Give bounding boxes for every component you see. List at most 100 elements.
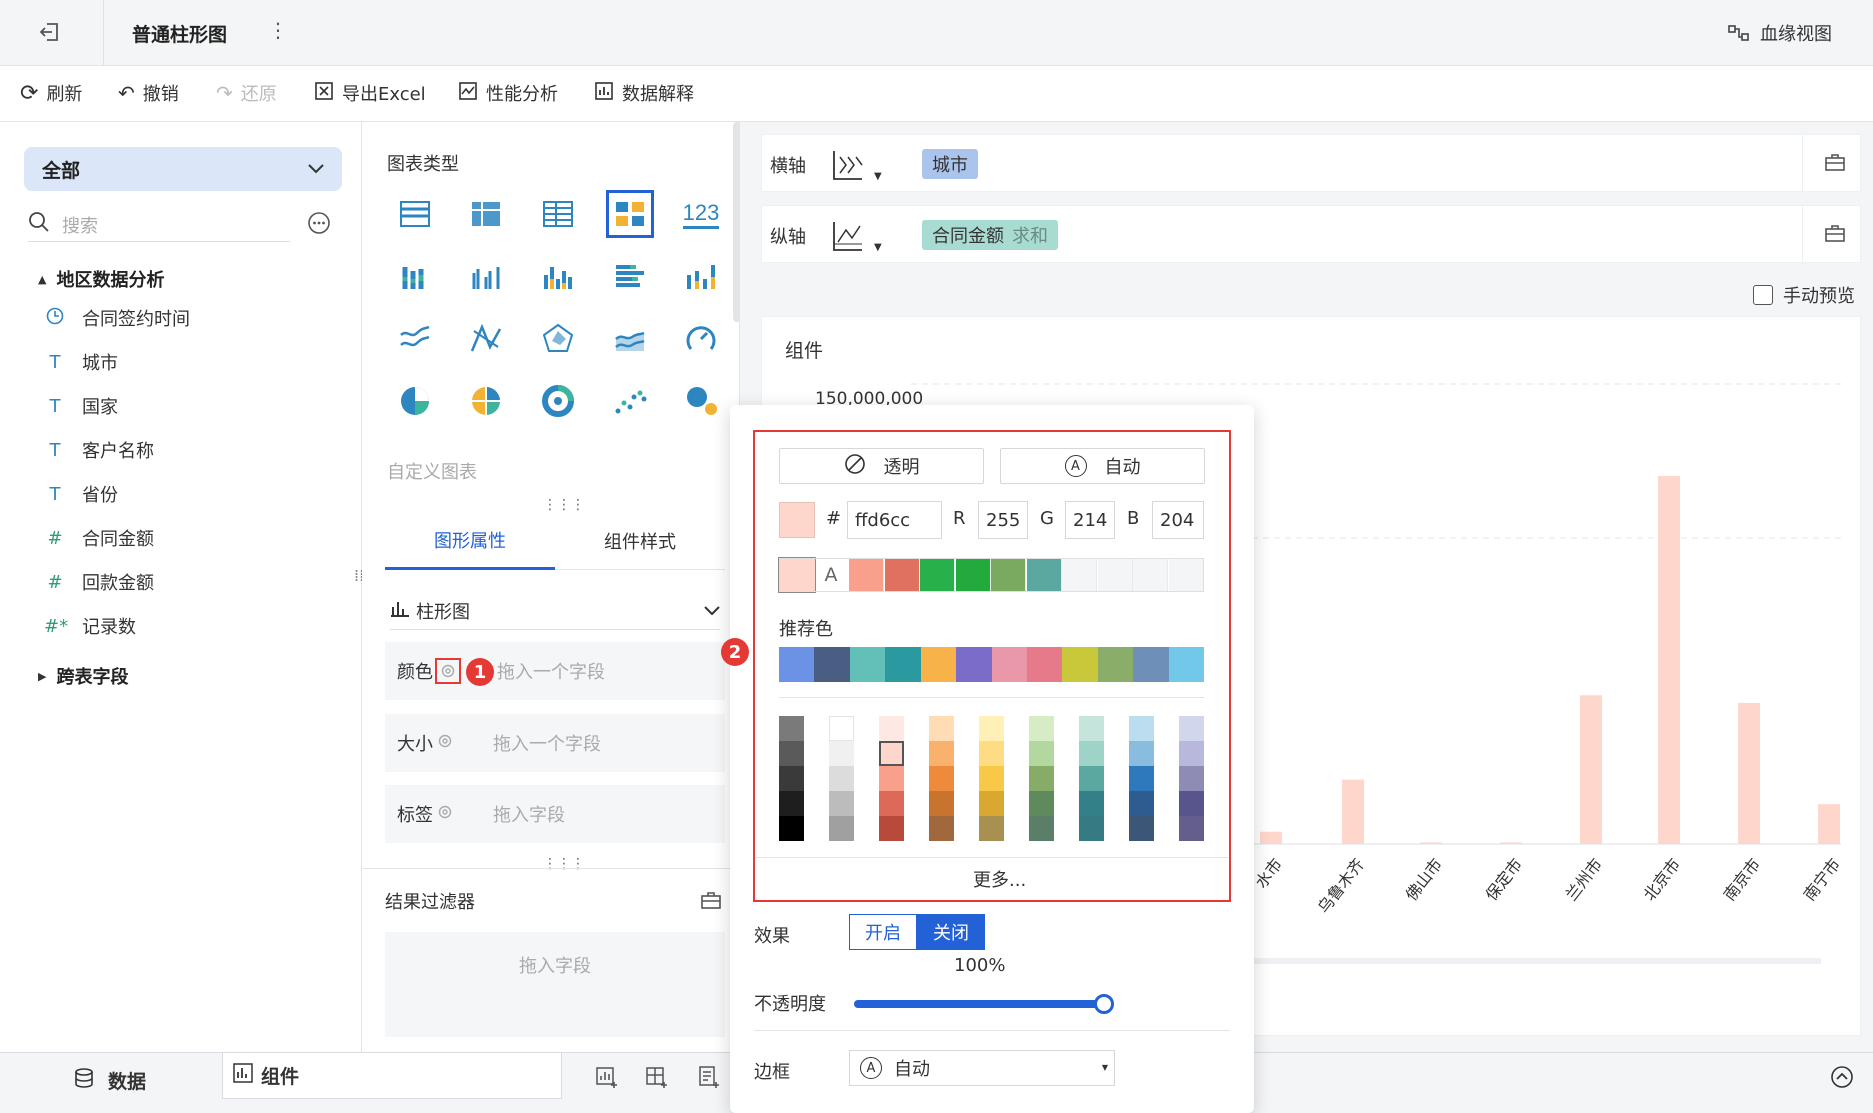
palette-color-swatch[interactable] [1179,766,1204,791]
more-colors-link[interactable]: 更多... [973,866,1026,892]
opacity-slider-knob[interactable] [1094,994,1114,1014]
cross-table-icon[interactable] [462,190,510,238]
toolbox-icon[interactable] [1824,223,1846,248]
kpi-number-icon[interactable]: 123 [677,190,725,238]
palette-color-swatch[interactable] [1129,766,1154,791]
palette-color-swatch[interactable] [1179,716,1204,741]
palette-color-swatch[interactable] [1129,816,1154,841]
recommended-color-swatch[interactable] [885,647,922,682]
g-input[interactable]: 214 [1065,501,1115,539]
drag-handle-icon[interactable]: ⋮⋮⋮ [543,856,585,872]
radar-line-icon[interactable] [462,315,510,363]
palette-color-swatch[interactable] [779,791,804,816]
horizontal-bar-icon[interactable] [606,253,654,301]
search-input[interactable]: 搜索 [28,208,290,242]
field-item[interactable]: #* 记录数 [44,613,136,639]
auto-color-swatch[interactable]: A [814,558,848,592]
line-chart-icon[interactable] [391,315,439,363]
stacked-bar-icon[interactable] [391,253,439,301]
field-item[interactable]: # 合同金额 [44,525,154,551]
palette-color-swatch[interactable] [1129,716,1154,741]
y-axis-field-pill[interactable]: 合同金额 求和 [922,220,1058,250]
palette-color-swatch[interactable] [779,716,804,741]
palette-color-swatch[interactable] [929,741,954,766]
palette-color-swatch[interactable] [879,816,904,841]
tab-widget-style[interactable]: 组件样式 [555,512,725,570]
recent-color-swatch[interactable] [1097,558,1133,592]
mixed-bar-icon[interactable] [677,253,725,301]
size-drop-row[interactable]: 大小 拖入一个字段 [385,714,725,772]
radar-icon[interactable] [534,315,582,363]
recent-color-swatch[interactable] [1168,558,1204,592]
more-options-icon[interactable]: ⋮ [268,18,288,42]
redo-button[interactable]: ↷ 还原 [216,80,277,106]
palette-color-swatch[interactable] [1079,716,1104,741]
add-chart-icon[interactable] [595,1065,619,1094]
palette-color-swatch[interactable] [779,741,804,766]
field-item[interactable]: T 省份 [44,481,119,507]
bar[interactable] [1738,702,1760,844]
field-item[interactable]: T 客户名称 [44,437,155,463]
donut-chart-icon[interactable] [534,377,582,425]
recommended-color-swatch[interactable] [1062,647,1099,682]
more-circle-icon[interactable] [307,211,331,240]
refresh-button[interactable]: ⟳ 刷新 [20,80,82,106]
label-gear-icon[interactable] [437,804,453,825]
palette-color-swatch[interactable] [929,766,954,791]
recommended-color-swatch[interactable] [920,647,957,682]
palette-color-swatch[interactable] [779,816,804,841]
recommended-color-swatch[interactable] [1097,647,1134,682]
field-item[interactable]: 合同签约时间 [44,305,190,331]
palette-color-swatch[interactable] [1029,816,1054,841]
gauge-icon[interactable] [677,315,725,363]
palette-color-swatch[interactable] [829,816,854,841]
recent-color-swatch[interactable] [1133,558,1168,592]
label-drop-row[interactable]: 标签 拖入字段 [385,785,725,843]
palette-color-swatch[interactable] [1029,741,1054,766]
palette-color-swatch[interactable] [1079,816,1104,841]
palette-color-swatch[interactable] [829,791,854,816]
table-icon[interactable] [391,190,439,238]
bar-chart-colored-icon[interactable] [534,253,582,301]
palette-color-swatch[interactable] [929,816,954,841]
palette-color-swatch[interactable] [829,766,854,791]
data-explain-button[interactable]: 数据解释 [594,80,694,106]
recent-color-swatch[interactable] [955,558,991,592]
size-gear-icon[interactable] [437,733,453,754]
bar[interactable] [1500,842,1522,844]
recommended-color-swatch[interactable] [1168,647,1205,682]
recent-color-swatch[interactable] [991,558,1026,592]
palette-color-swatch[interactable] [1079,741,1104,766]
performance-analysis-button[interactable]: 性能分析 [458,80,558,106]
bar[interactable] [1580,695,1602,844]
palette-color-swatch[interactable] [979,791,1004,816]
palette-color-swatch[interactable] [1129,741,1154,766]
palette-color-swatch[interactable] [979,741,1004,766]
palette-color-swatch[interactable] [1079,791,1104,816]
bubble-chart-icon[interactable] [677,377,725,425]
scope-select[interactable]: 全部 [24,147,342,191]
bar[interactable] [1260,831,1282,844]
multi-chart-icon[interactable] [606,190,654,238]
effect-off-button[interactable]: 关闭 [917,914,985,950]
area-chart-icon[interactable] [606,315,654,363]
palette-color-swatch[interactable] [979,766,1004,791]
manual-preview-checkbox[interactable]: 手动预览 [1753,282,1855,308]
undo-button[interactable]: ↶ 撤销 [118,80,179,106]
palette-color-swatch[interactable] [829,716,854,741]
x-axis-field-pill[interactable]: 城市 [922,149,978,179]
palette-color-swatch[interactable] [1079,766,1104,791]
bar[interactable] [1818,804,1840,844]
widget-tab[interactable]: 组件 [222,1053,562,1099]
auto-color-button[interactable]: A 自动 [1000,448,1205,484]
back-icon[interactable] [38,20,62,49]
recent-color-swatch[interactable] [884,558,920,592]
recommended-color-swatch[interactable] [814,647,851,682]
palette-color-swatch[interactable] [929,716,954,741]
bar[interactable] [1420,842,1442,844]
palette-color-swatch[interactable] [1129,791,1154,816]
b-input[interactable]: 204 [1152,501,1204,539]
palette-color-swatch[interactable] [879,741,904,766]
palette-color-swatch[interactable] [879,791,904,816]
filter-toolbox-icon[interactable] [700,890,722,915]
